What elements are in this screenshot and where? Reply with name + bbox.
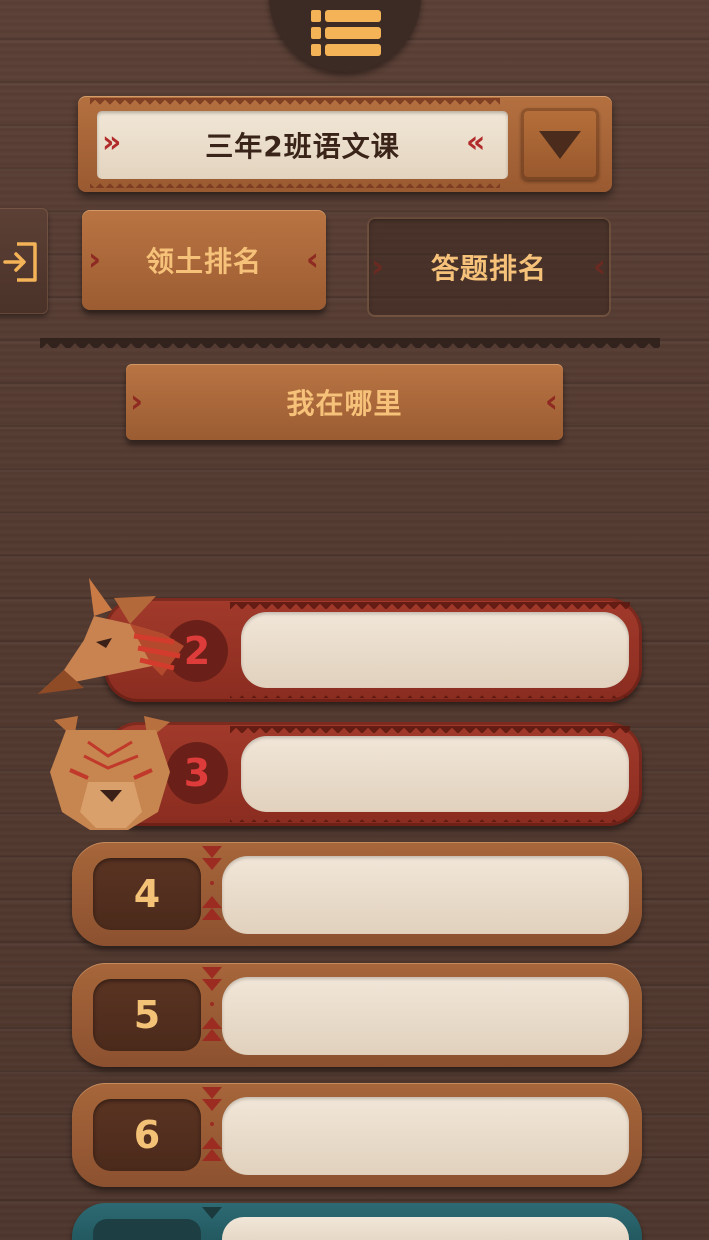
row-pattern [230, 691, 630, 698]
chevron-left-icon: ‹ [592, 247, 607, 285]
ranking-name-field [241, 736, 629, 812]
rank-number-badge [93, 1219, 201, 1240]
selector-pattern-top [90, 98, 500, 106]
row-divider-pattern [202, 1087, 222, 1161]
rank-number-badge: 6 [93, 1099, 201, 1171]
rank-number: 5 [133, 993, 161, 1037]
ranking-name-field [241, 612, 629, 688]
row-pattern [230, 602, 630, 609]
chevron-left-icon: ‹ [544, 382, 559, 420]
class-selector-label: 三年2班语文课 [205, 130, 400, 163]
row-divider-pattern [202, 967, 222, 1041]
rank-number: 4 [133, 872, 161, 916]
chevron-right-icon: » [102, 125, 122, 160]
tab-label: 领土排名 [145, 245, 262, 278]
rank-number-badge: 5 [93, 979, 201, 1051]
tab-answer-ranking[interactable]: › 答题排名 ‹ [367, 217, 611, 317]
ranking-name-field [222, 1217, 629, 1240]
chevron-left-icon: ‹ [305, 240, 320, 278]
ranking-name-field [222, 1097, 629, 1175]
chevron-right-icon: › [88, 240, 103, 278]
chevron-right-icon: › [130, 382, 145, 420]
dropdown-arrow-icon [539, 131, 581, 159]
where-am-i-label: 我在哪里 [286, 387, 403, 420]
rank-number-badge: 3 [166, 742, 228, 804]
chevron-left-icon: « [466, 125, 486, 160]
tab-label: 答题排名 [430, 252, 547, 285]
class-selector-value[interactable]: 三年2班语文课 [97, 111, 508, 179]
bear-head-icon [50, 716, 170, 830]
row-divider-pattern [202, 846, 222, 920]
rank-number: 3 [183, 751, 211, 795]
tab-territory-ranking[interactable]: › 领土排名 ‹ [82, 210, 326, 310]
row-divider-pattern [202, 1207, 222, 1219]
row-pattern [230, 726, 630, 733]
row-pattern [230, 815, 630, 822]
menu-list-icon[interactable] [311, 10, 381, 60]
wolf-head-icon [38, 578, 184, 694]
where-am-i-button[interactable]: › 我在哪里 ‹ [126, 364, 563, 440]
selector-pattern-bottom [90, 180, 500, 188]
chevron-right-icon: › [371, 247, 386, 285]
ranking-name-field [222, 856, 629, 934]
ranking-name-field [222, 977, 629, 1055]
rank-number-badge: 4 [93, 858, 201, 930]
exit-door-icon [3, 242, 37, 282]
rank-number: 6 [133, 1113, 161, 1157]
section-divider [40, 338, 660, 348]
rank-number: 2 [183, 629, 211, 673]
